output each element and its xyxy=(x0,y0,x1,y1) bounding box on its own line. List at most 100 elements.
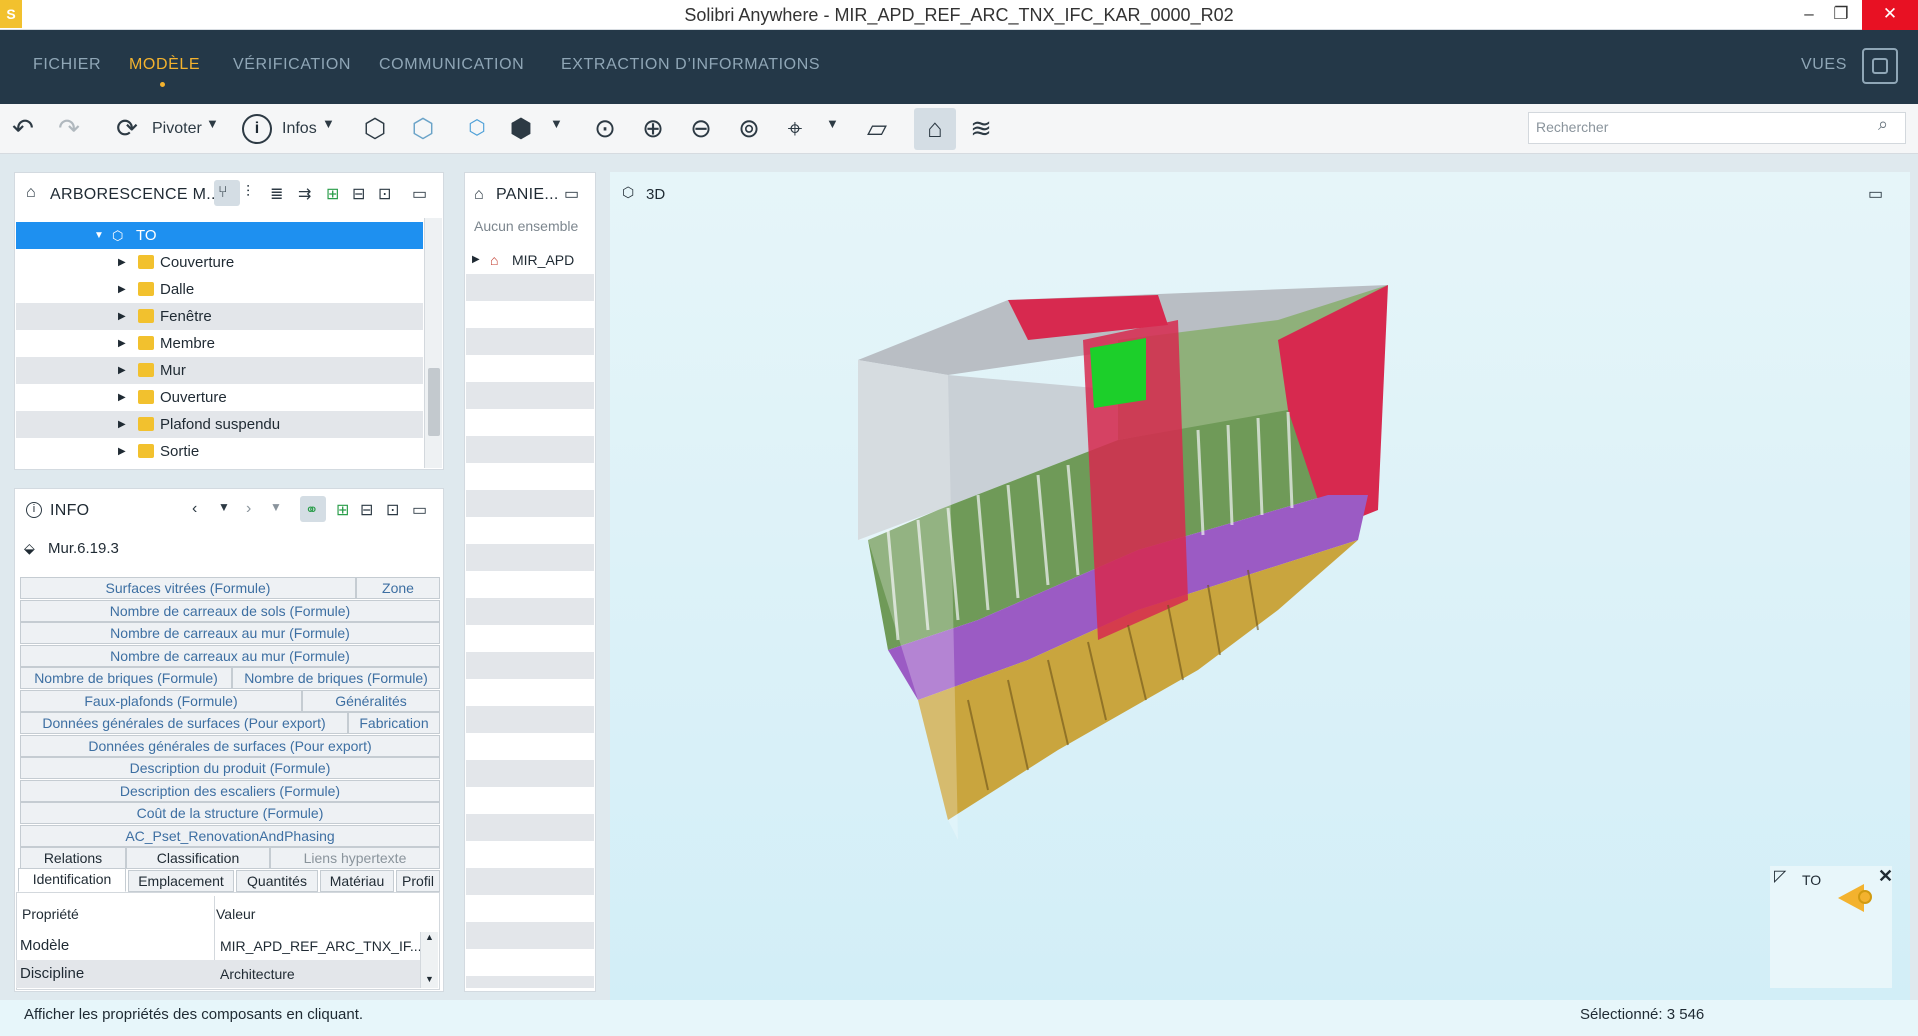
property-row[interactable]: Discipline Architecture xyxy=(16,960,420,988)
menu-fichier[interactable]: FICHIER xyxy=(33,56,101,74)
info-icon[interactable]: i xyxy=(242,114,272,144)
scroll-up-icon[interactable]: ▲ xyxy=(425,932,434,942)
maximize-button[interactable]: ❐ xyxy=(1818,0,1864,30)
show-components-icon[interactable]: ⬡ xyxy=(358,110,392,146)
tab-relations[interactable]: Relations xyxy=(20,847,126,869)
tab-profil[interactable]: Profil xyxy=(396,870,440,892)
expand-icon[interactable]: ▶ xyxy=(118,384,126,411)
tree-row-mur[interactable]: ▶ Mur xyxy=(16,357,423,384)
info-clear-icon[interactable]: ⊡ xyxy=(386,500,399,520)
tab-emplacement[interactable]: Emplacement xyxy=(128,870,234,892)
menu-vues[interactable]: VUES xyxy=(1801,56,1847,74)
tree-row-to[interactable]: ▼ ⬡ TO xyxy=(16,222,423,249)
zoom-selection-icon[interactable]: ⊚ xyxy=(732,110,766,146)
basket-maximize-icon[interactable]: ▭ xyxy=(564,184,579,204)
expand-icon[interactable]: ▶ xyxy=(118,411,126,438)
pset-tab[interactable]: Nombre de carreaux de sols (Formule) xyxy=(20,600,440,622)
layers-icon[interactable]: ≋ xyxy=(964,110,998,146)
pset-tab[interactable]: Surfaces vitrées (Formule) xyxy=(20,577,356,599)
undo-icon[interactable]: ↶ xyxy=(6,110,40,146)
maximize-panel-icon[interactable]: ▭ xyxy=(412,184,427,204)
pset-tab[interactable]: Fabrication xyxy=(348,712,440,734)
minimap[interactable] xyxy=(1770,866,1892,988)
pset-tab[interactable]: Données générales de surfaces (Pour expo… xyxy=(20,712,348,734)
info-maximize-icon[interactable]: ▭ xyxy=(412,500,427,520)
previous-dropdown-icon[interactable]: ▼ xyxy=(218,500,230,514)
rotate-button[interactable]: Pivoter xyxy=(152,120,202,138)
box-dropdown-icon[interactable]: ▼ xyxy=(550,116,563,131)
stack-icon[interactable]: ≣ xyxy=(270,184,283,204)
redo-icon[interactable]: ↷ xyxy=(52,110,86,146)
scroll-down-icon[interactable]: ▼ xyxy=(425,974,434,984)
tab-quantites[interactable]: Quantités xyxy=(236,870,318,892)
pset-tab[interactable]: Faux-plafonds (Formule) xyxy=(20,690,302,712)
section-plane-icon[interactable]: ▱ xyxy=(860,110,894,146)
building-model[interactable] xyxy=(858,280,1538,950)
rotate-icon[interactable]: ⟳ xyxy=(110,110,144,146)
select-dropdown-icon[interactable]: ▼ xyxy=(826,116,839,131)
property-row[interactable]: Modèle MIR_APD_REF_ARC_TNX_IF... xyxy=(16,932,440,960)
expand-icon[interactable]: ▶ xyxy=(118,438,126,465)
select-tool-icon[interactable]: ⌖ xyxy=(778,110,812,146)
menu-extraction[interactable]: EXTRACTION D’INFORMATIONS xyxy=(561,56,820,74)
pset-tab[interactable]: Description des escaliers (Formule) xyxy=(20,780,440,802)
tree-row-ouverture[interactable]: ▶ Ouverture xyxy=(16,384,423,411)
clear-basket-icon[interactable]: ⊡ xyxy=(378,184,391,204)
tree-row-couverture[interactable]: ▶ Couverture xyxy=(16,249,423,276)
info-remove-icon[interactable]: ⊟ xyxy=(360,500,373,520)
pset-tab[interactable]: Nombre de carreaux au mur (Formule) xyxy=(20,622,440,644)
tree-row-fenetre[interactable]: ▶ Fenêtre xyxy=(16,303,423,330)
minimap-close-icon[interactable]: ✕ xyxy=(1878,866,1893,887)
floor-plan-icon[interactable]: ⌂ xyxy=(918,110,952,146)
previous-icon[interactable]: ‹ xyxy=(192,500,197,518)
tree-row-sortie[interactable]: ▶ Sortie xyxy=(16,438,423,465)
expand-icon[interactable]: ▶ xyxy=(472,246,480,274)
hide-components-icon[interactable]: ⬡ xyxy=(406,110,440,146)
expand-icon[interactable]: ▶ xyxy=(118,330,126,357)
expand-icon[interactable]: ▶ xyxy=(118,249,126,276)
pset-tab[interactable]: Nombre de briques (Formule) xyxy=(232,667,440,689)
expand-icon[interactable]: ▶ xyxy=(118,303,126,330)
zoom-out-icon[interactable]: ⊖ xyxy=(684,110,718,146)
info-add-icon[interactable]: ⊞ xyxy=(336,500,349,520)
info-button[interactable]: Infos xyxy=(282,120,317,138)
zoom-in-icon[interactable]: ⊕ xyxy=(636,110,670,146)
search-input[interactable]: Rechercher xyxy=(1536,119,1608,135)
menu-modele[interactable]: MODÈLE xyxy=(129,56,200,74)
filter-tree-icon[interactable]: ⇉ xyxy=(298,184,311,204)
add-to-basket-icon[interactable]: ⊞ xyxy=(326,184,339,204)
zoom-fit-icon[interactable]: ⊙ xyxy=(588,110,622,146)
search-icon[interactable]: ⌕ xyxy=(1878,114,1888,135)
expand-icon[interactable]: ▶ xyxy=(118,357,126,384)
pset-tab[interactable]: Généralités xyxy=(302,690,440,712)
viewport-maximize-icon[interactable]: ▭ xyxy=(1868,184,1883,204)
link-icon[interactable]: ⚭ xyxy=(305,500,318,520)
remove-from-basket-icon[interactable]: ⊟ xyxy=(352,184,365,204)
pset-tab[interactable]: Description du produit (Formule) xyxy=(20,757,440,779)
pset-tab[interactable]: Données générales de surfaces (Pour expo… xyxy=(20,735,440,757)
tree-icon[interactable]: ⫶ xyxy=(246,184,250,202)
menu-verification[interactable]: VÉRIFICATION xyxy=(233,56,351,74)
properties-scrollbar[interactable]: ▲ ▼ xyxy=(420,932,438,988)
close-button[interactable]: ✕ xyxy=(1862,0,1918,30)
info-dropdown-icon[interactable]: ▼ xyxy=(322,116,335,131)
next-icon[interactable]: › xyxy=(246,500,251,518)
tree-row-plafond[interactable]: ▶ Plafond suspendu xyxy=(16,411,423,438)
rotate-dropdown-icon[interactable]: ▼ xyxy=(206,116,219,131)
tree-row-dalle[interactable]: ▶ Dalle xyxy=(16,276,423,303)
collapse-icon[interactable]: ▼ xyxy=(94,222,104,249)
tab-materiau[interactable]: Matériau xyxy=(320,870,394,892)
basket-item[interactable]: ▶ ⌂ MIR_APD xyxy=(466,246,594,274)
minimap-expand-icon[interactable]: ◸ xyxy=(1774,866,1786,886)
hierarchy-icon[interactable]: ⑂ xyxy=(218,184,228,202)
pset-tab[interactable]: Nombre de carreaux au mur (Formule) xyxy=(20,645,440,667)
tab-classification[interactable]: Classification xyxy=(126,847,270,869)
isolate-icon[interactable]: ⬡ xyxy=(460,110,494,146)
pset-tab[interactable]: AC_Pset_RenovationAndPhasing xyxy=(20,825,440,847)
expand-icon[interactable]: ▶ xyxy=(118,276,126,303)
pset-tab[interactable]: Nombre de briques (Formule) xyxy=(20,667,232,689)
pset-tab[interactable]: Coût de la structure (Formule) xyxy=(20,802,440,824)
next-dropdown-icon[interactable]: ▼ xyxy=(270,500,282,514)
tree-scrollbar[interactable] xyxy=(424,218,442,468)
tab-hyperlinks[interactable]: Liens hypertexte xyxy=(270,847,440,869)
